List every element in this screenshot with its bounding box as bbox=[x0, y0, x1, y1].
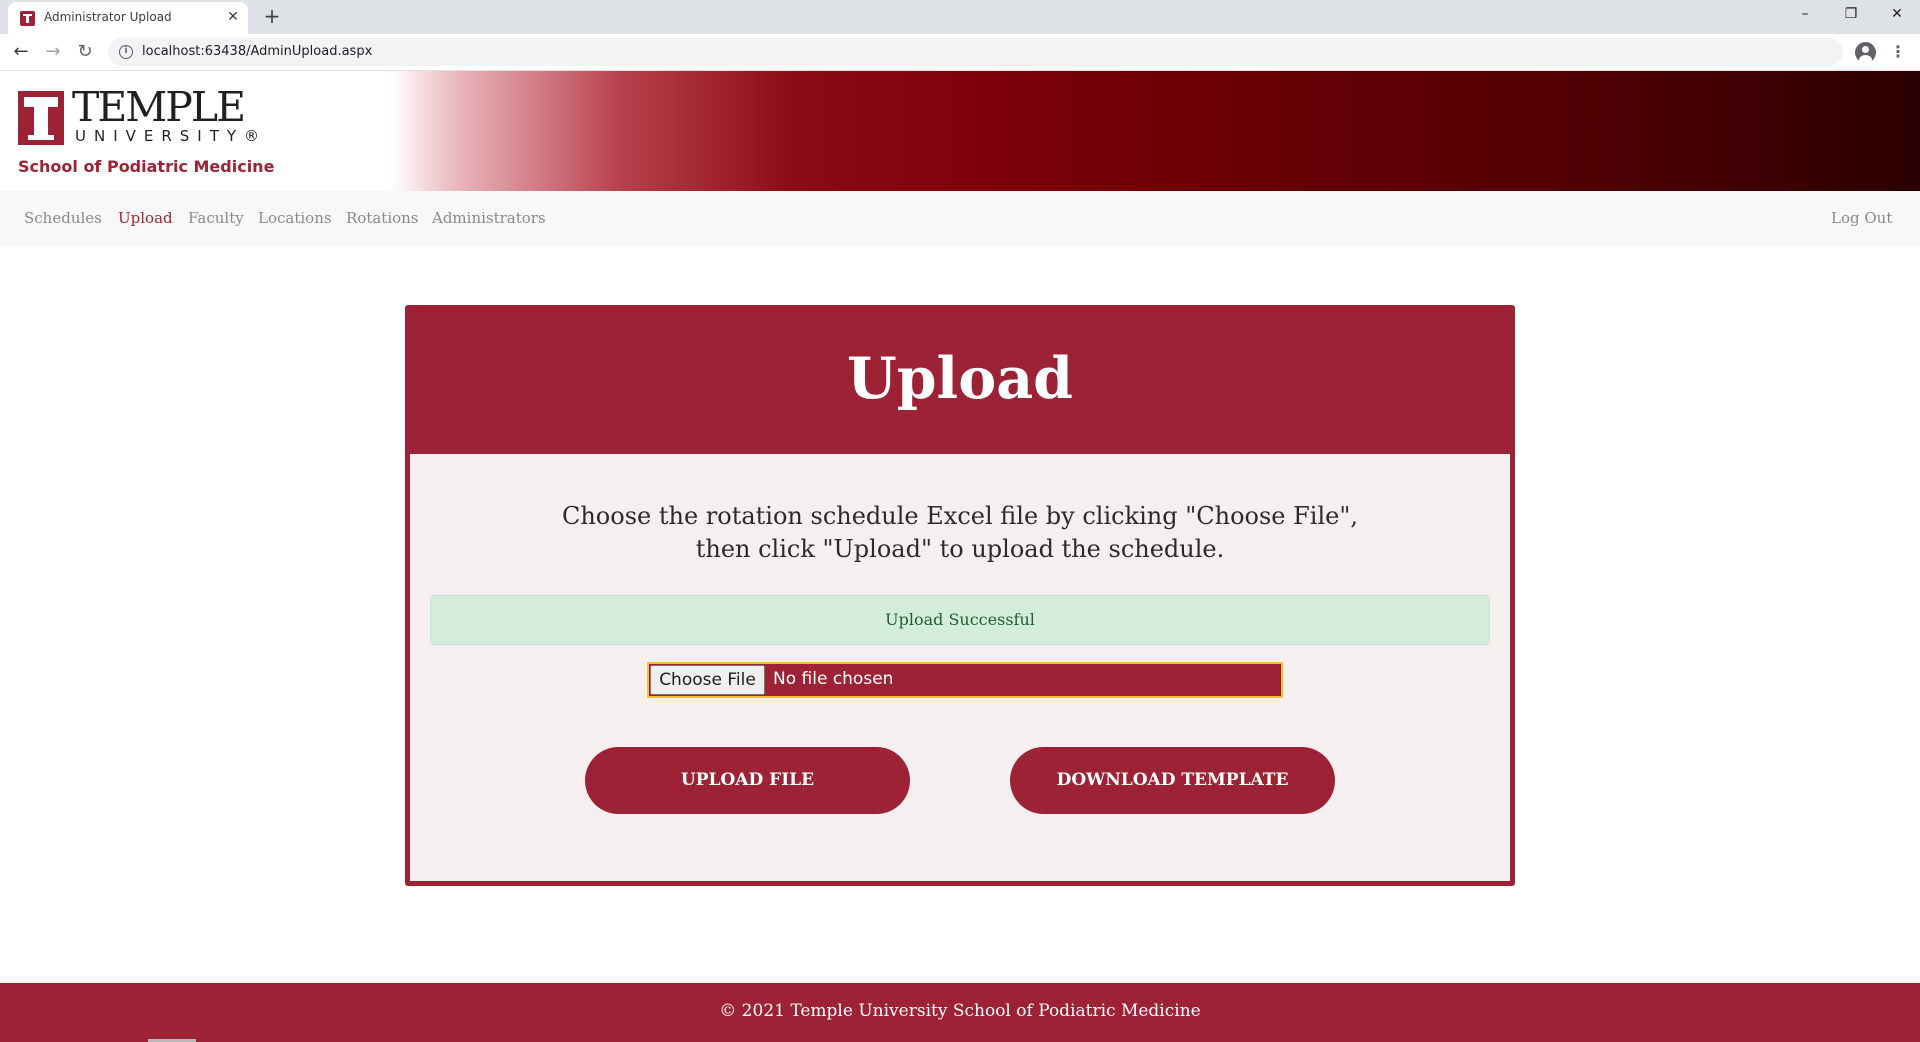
footer-copyright: © 2021 Temple University School of Podia… bbox=[719, 1001, 1201, 1021]
upload-file-button[interactable]: UPLOAD FILE bbox=[585, 747, 910, 814]
logo-subtitle: UNIVERSITY® bbox=[75, 127, 268, 145]
nav-link-rotations[interactable]: Rotations bbox=[346, 209, 419, 227]
site-info-icon[interactable]: i bbox=[119, 45, 133, 59]
instructions-line-2: then click "Upload" to upload the schedu… bbox=[695, 535, 1225, 563]
logo-wordmark: TEMPLE bbox=[72, 83, 246, 131]
site-header: TEMPLE UNIVERSITY® School of Podiatric M… bbox=[0, 71, 1920, 191]
tab-close-icon[interactable]: ✕ bbox=[224, 8, 242, 26]
temple-t-logo-icon bbox=[18, 91, 64, 145]
tab-title: Administrator Upload bbox=[44, 10, 172, 24]
nav-link-faculty[interactable]: Faculty bbox=[188, 209, 244, 227]
url-text[interactable]: localhost:63438/AdminUpload.aspx bbox=[142, 44, 372, 59]
temple-logo[interactable]: TEMPLE UNIVERSITY® School of Podiatric M… bbox=[18, 83, 274, 177]
nav-link-upload[interactable]: Upload bbox=[118, 209, 173, 227]
back-arrow-icon[interactable]: ← bbox=[9, 40, 33, 64]
new-tab-icon[interactable]: + bbox=[260, 5, 284, 29]
site-navbar: Schedules Upload Faculty Locations Rotat… bbox=[0, 191, 1920, 246]
browser-menu-icon[interactable]: ⋮ bbox=[1890, 41, 1906, 65]
page-title: Upload bbox=[846, 345, 1074, 412]
browser-tab[interactable]: Administrator Upload ✕ bbox=[8, 2, 248, 34]
address-bar[interactable]: i localhost:63438/AdminUpload.aspx bbox=[108, 38, 1843, 66]
logout-link[interactable]: Log Out bbox=[1831, 209, 1892, 227]
browser-tabstrip: Administrator Upload ✕ + – ❐ ✕ bbox=[0, 0, 1920, 34]
file-input[interactable]: Choose File No file chosen bbox=[647, 662, 1283, 698]
upload-card: Upload Choose the rotation schedule Exce… bbox=[405, 305, 1515, 886]
school-name: School of Podiatric Medicine bbox=[18, 157, 275, 176]
nav-link-locations[interactable]: Locations bbox=[258, 209, 332, 227]
nav-link-administrators[interactable]: Administrators bbox=[432, 209, 546, 227]
window-restore-icon[interactable]: ❐ bbox=[1828, 0, 1874, 30]
site-footer: © 2021 Temple University School of Podia… bbox=[0, 983, 1920, 1042]
temple-favicon-icon bbox=[20, 11, 35, 26]
window-close-icon[interactable]: ✕ bbox=[1874, 0, 1920, 30]
window-minimize-icon[interactable]: – bbox=[1782, 0, 1828, 30]
reload-icon[interactable]: ↻ bbox=[73, 40, 97, 64]
nav-link-schedules[interactable]: Schedules bbox=[24, 209, 102, 227]
choose-file-button[interactable]: Choose File bbox=[650, 665, 765, 695]
file-status-text: No file chosen bbox=[773, 669, 894, 689]
instructions-line-1: Choose the rotation schedule Excel file … bbox=[561, 502, 1359, 530]
upload-success-alert: Upload Successful bbox=[430, 595, 1490, 645]
profile-avatar-icon[interactable] bbox=[1855, 42, 1876, 63]
download-template-button[interactable]: DOWNLOAD TEMPLATE bbox=[1010, 747, 1335, 814]
forward-arrow-icon[interactable]: → bbox=[41, 40, 65, 64]
upload-card-body: Choose the rotation schedule Excel file … bbox=[410, 454, 1510, 881]
browser-toolbar: ← → ↻ i localhost:63438/AdminUpload.aspx… bbox=[0, 34, 1920, 71]
upload-instructions: Choose the rotation schedule Excel file … bbox=[410, 500, 1510, 566]
